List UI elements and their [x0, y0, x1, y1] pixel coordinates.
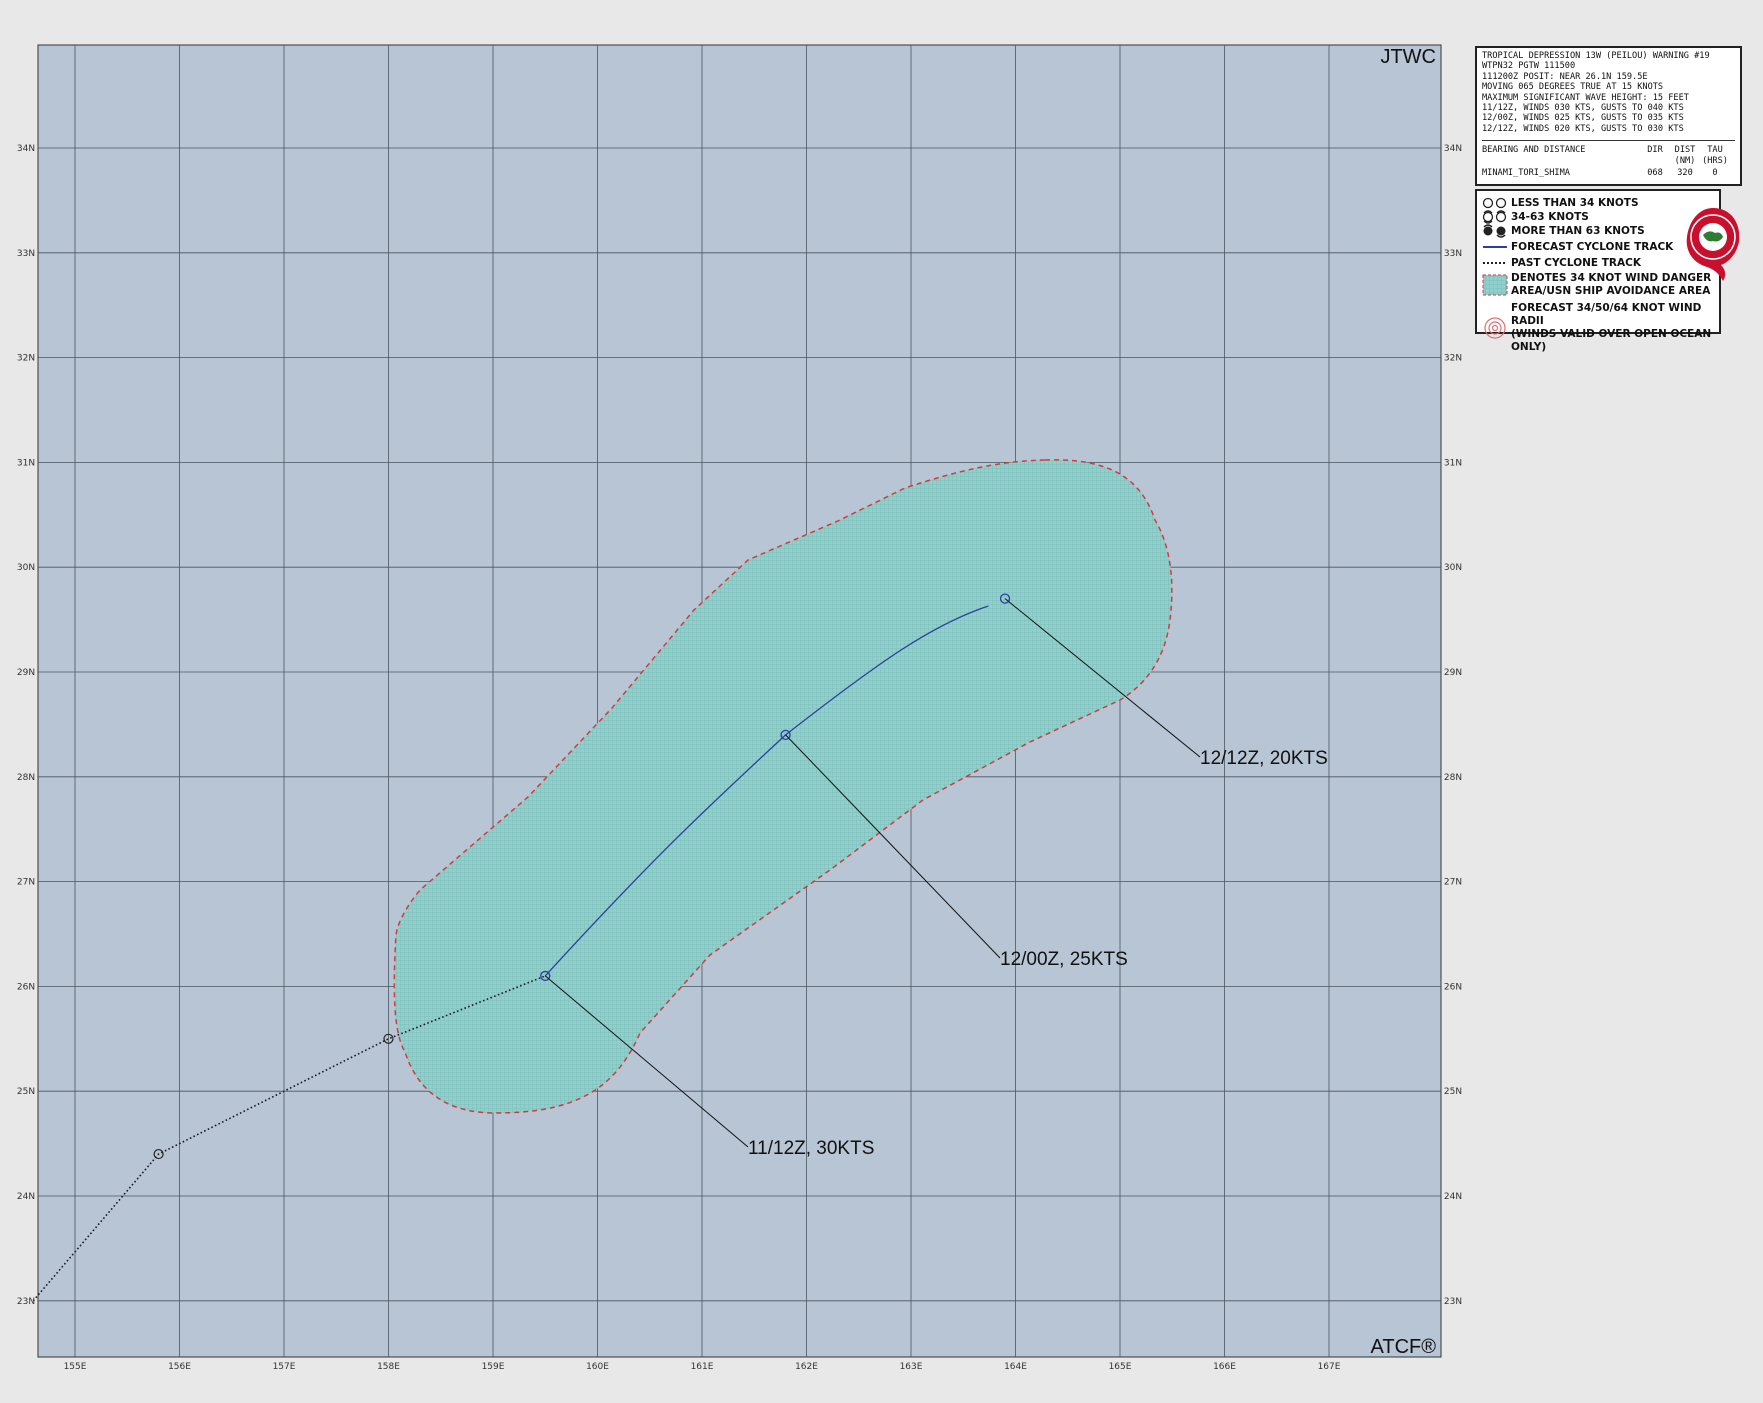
forecast-label: 12/00Z, 25KTS [1000, 949, 1128, 970]
legend-item-danger-area: DENOTES 34 KNOT WIND DANGER AREA/USN SHI… [1481, 272, 1711, 298]
lon-tick-label: 162E [795, 1362, 818, 1372]
legend-item-34-63kt: 34-63 KNOTS [1481, 210, 1589, 224]
warning-line: MOVING 065 DEGREES TRUE AT 15 KNOTS [1482, 82, 1664, 93]
wind-radii-icon [1481, 315, 1511, 341]
bearing-dist: 320 [1677, 168, 1693, 179]
lat-tick-label: 34N [17, 144, 35, 154]
lon-tick-label: 159E [482, 1362, 505, 1372]
lon-tick-label: 157E [273, 1362, 296, 1372]
lat-tick-label: 28N [17, 773, 35, 783]
lon-tick-label: 160E [586, 1362, 609, 1372]
lat-tick-label-right: 28N [1444, 773, 1462, 783]
lon-tick-label: 167E [1318, 1362, 1341, 1372]
storm-more-than-63kt-icon [1481, 224, 1511, 238]
lat-tick-label-right: 25N [1444, 1087, 1462, 1097]
warning-line: 11/12Z, WINDS 030 KTS, GUSTS TO 040 KTS [1482, 103, 1684, 114]
legend-label: 34-63 KNOTS [1511, 210, 1589, 223]
lat-tick-label: 27N [17, 878, 35, 888]
bearing-header-tau: TAU [1707, 145, 1723, 156]
bearing-header-dist: DIST [1674, 145, 1696, 156]
past-track-line-icon [1481, 256, 1511, 270]
lat-tick-label: 24N [17, 1192, 35, 1202]
legend-label: DENOTES 34 KNOT WIND DANGER [1511, 272, 1712, 284]
legend-item-wind-radii: FORECAST 34/50/64 KNOT WIND RADII (WINDS… [1481, 302, 1719, 354]
legend-label: FORECAST 34/50/64 KNOT WIND RADII [1511, 302, 1702, 327]
legend-label: MORE THAN 63 KNOTS [1511, 224, 1645, 237]
warning-line: MAXIMUM SIGNIFICANT WAVE HEIGHT: 15 FEET [1482, 92, 1689, 103]
warning-line: 12/12Z, WINDS 020 KTS, GUSTS TO 030 KTS [1482, 123, 1684, 134]
storm-34-63kt-icon [1481, 210, 1511, 224]
lon-tick-label: 164E [1004, 1362, 1027, 1372]
lat-tick-label: 29N [17, 668, 35, 678]
legend-label-line2: AREA/USN SHIP AVOIDANCE AREA [1511, 285, 1711, 297]
circle-less-than-34kt-icon [1481, 196, 1511, 210]
lat-tick-label-right: 29N [1444, 668, 1462, 678]
forecast-label: 12/12Z, 20KTS [1200, 748, 1328, 769]
bearing-place: MINAMI_TORI_SHIMA [1482, 168, 1570, 179]
legend-item-past-track: PAST CYCLONE TRACK [1481, 256, 1641, 270]
lat-tick-label-right: 33N [1444, 249, 1462, 259]
lat-tick-label: 26N [17, 982, 35, 992]
warning-info-box: TROPICAL DEPRESSION 13W (PEILOU) WARNING… [1475, 46, 1742, 186]
bearing-tau: 0 [1712, 168, 1718, 179]
lat-tick-label: 25N [17, 1087, 35, 1097]
warning-line: WTPN32 PGTW 111500 [1482, 61, 1576, 72]
warning-line: 111200Z POSIT: NEAR 26.1N 159.5E [1482, 71, 1648, 82]
bearing-header-label: BEARING AND DISTANCE [1482, 145, 1586, 156]
legend-label-line2: (WINDS VALID OVER OPEN OCEAN ONLY) [1511, 328, 1712, 353]
bearing-header-dir: DIR [1647, 145, 1663, 156]
lat-tick-label-right: 32N [1444, 354, 1462, 364]
lat-tick-label-right: 27N [1444, 878, 1462, 888]
warning-line: 12/00Z, WINDS 025 KTS, GUSTS TO 035 KTS [1482, 113, 1684, 124]
legend-label: PAST CYCLONE TRACK [1511, 256, 1641, 269]
legend-label: FORECAST CYCLONE TRACK [1511, 240, 1674, 253]
lat-tick-label-right: 30N [1444, 563, 1462, 573]
warning-line: TROPICAL DEPRESSION 13W (PEILOU) WARNING… [1482, 51, 1710, 61]
legend-item-more-than-63kt: MORE THAN 63 KNOTS [1481, 224, 1645, 238]
warning-text-lines: TROPICAL DEPRESSION 13W (PEILOU) WARNING… [1482, 51, 1735, 134]
lon-tick-label: 161E [691, 1362, 714, 1372]
lat-tick-label: 30N [17, 563, 35, 573]
lon-tick-label: 155E [64, 1362, 87, 1372]
lat-tick-label-right: 34N [1444, 144, 1462, 154]
lat-tick-label: 31N [17, 458, 35, 468]
lat-tick-label: 32N [17, 354, 35, 364]
jtwc-label: JTWC [1380, 46, 1436, 68]
lon-tick-label: 156E [168, 1362, 191, 1372]
legend-label: LESS THAN 34 KNOTS [1511, 196, 1639, 209]
lon-tick-label: 165E [1109, 1362, 1132, 1372]
lat-tick-label: 23N [17, 1297, 35, 1307]
bearing-header-tau-unit: (HRS) [1702, 155, 1728, 166]
forecast-label: 11/12Z, 30KTS [748, 1138, 874, 1159]
lon-tick-label: 166E [1213, 1362, 1236, 1372]
lat-tick-label: 33N [17, 249, 35, 259]
lon-tick-label: 163E [900, 1362, 923, 1372]
atcf-label: ATCF® [1371, 1336, 1437, 1358]
bearing-header-dist-unit: (NM) [1674, 155, 1696, 166]
legend-item-less-than-34kt: LESS THAN 34 KNOTS [1481, 196, 1639, 210]
legend-item-forecast-track: FORECAST CYCLONE TRACK [1481, 240, 1673, 254]
lat-tick-label-right: 23N [1444, 1297, 1462, 1307]
bearing-table: BEARING AND DISTANCE DIR DIST TAU (NM) (… [1482, 140, 1735, 178]
lon-tick-label: 158E [377, 1362, 400, 1372]
danger-area-swatch-icon [1481, 272, 1511, 298]
lat-tick-label-right: 26N [1444, 982, 1462, 992]
bearing-dir: 068 [1647, 168, 1663, 179]
jtwc-logo-icon [1686, 208, 1740, 281]
lat-tick-label-right: 24N [1444, 1192, 1462, 1202]
lat-tick-label-right: 31N [1444, 458, 1462, 468]
forecast-track-line-icon [1481, 240, 1511, 254]
